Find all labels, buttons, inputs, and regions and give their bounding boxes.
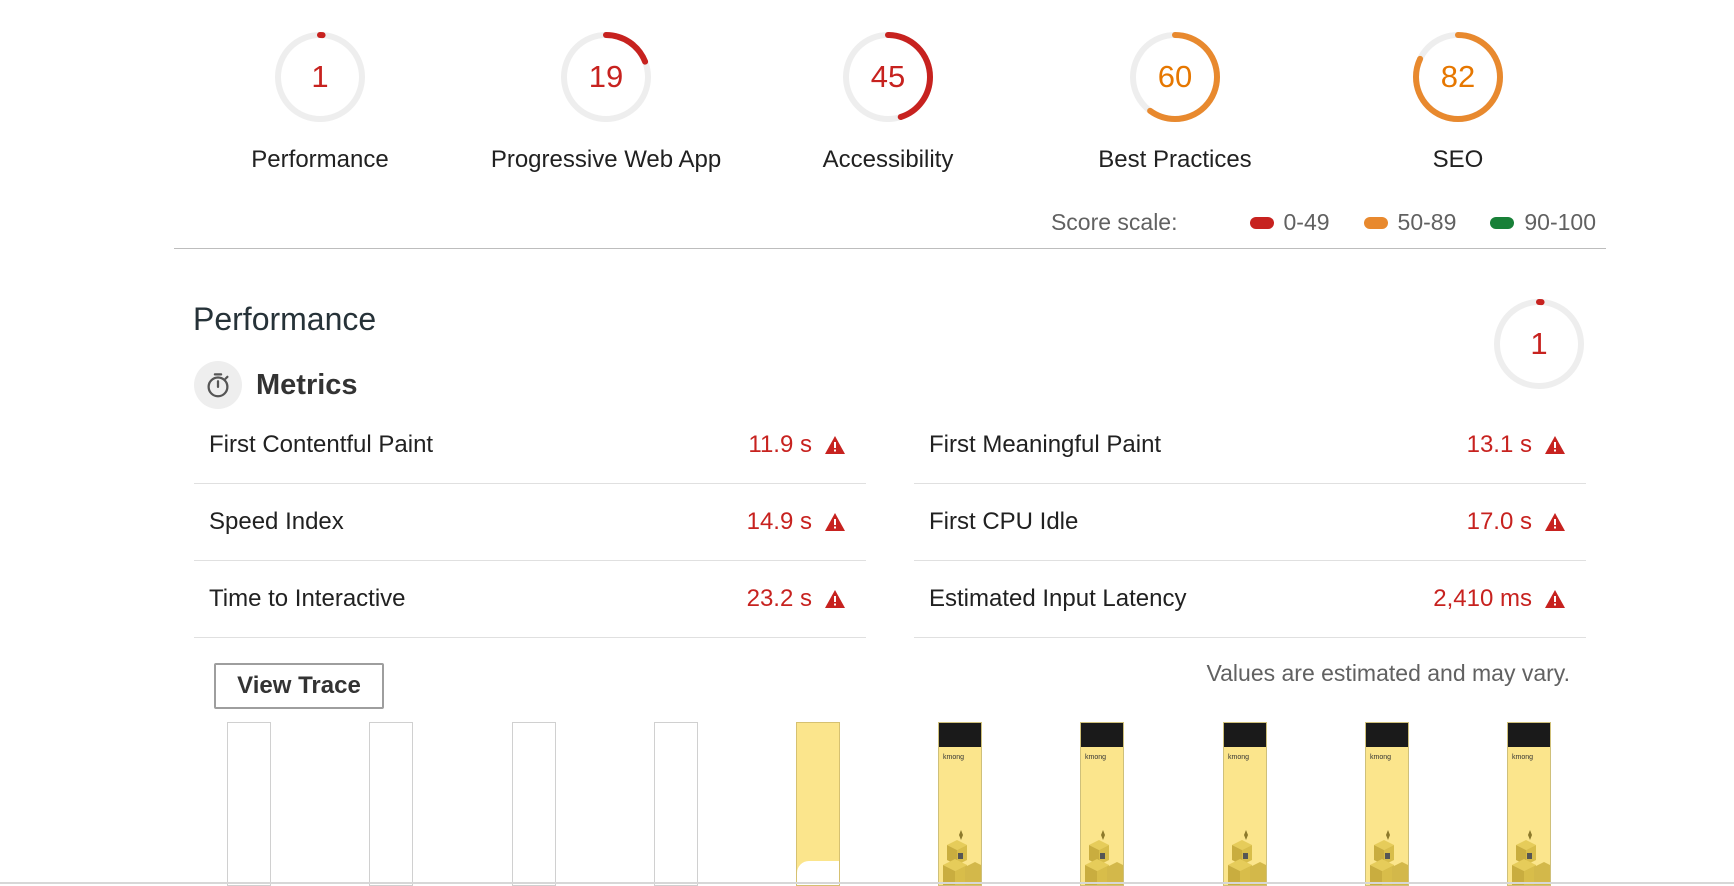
metric-value: 11.9 s [748,431,812,458]
metrics-column-right: First Meaningful Paint 13.1 s First CPU Id… [914,407,1586,638]
filmstrip-frame: kmong [1507,722,1551,886]
filmstrip: kmong kmong kmong kmong kmong [0,722,1734,886]
metric-value-group: 23.2 s [747,585,846,613]
metric-row: First CPU Idle 17.0 s [914,484,1586,561]
gauge-label: Best Practices [1098,146,1252,173]
metric-name: Time to Interactive [209,585,406,612]
isometric-blocks-icon [1228,830,1266,885]
metric-value: 23.2 s [746,585,812,612]
gauge-progressive-web-app[interactable]: 19 Progressive Web App [451,30,761,174]
warning-triangle-icon [1545,436,1565,454]
section-title-performance: Performance [193,301,377,337]
warning-triangle-icon [825,436,845,454]
metric-row: First Meaningful Paint 13.1 s [914,407,1586,484]
stopwatch-icon [194,361,242,409]
gauge-label: Progressive Web App [490,146,722,173]
frame-brand-text: kmong [1085,754,1107,761]
gauge-score-value: 45 [870,59,906,94]
warning-triangle-icon [1545,590,1565,608]
view-trace-button[interactable]: View Trace [214,663,384,709]
frame-header-bar [1366,723,1408,747]
filmstrip-frame [654,722,698,886]
metrics-header: Metrics [194,361,358,409]
metric-row: Time to Interactive 23.2 s [194,561,866,638]
frame-header-bar [1508,723,1550,747]
score-scale-pass-label: 90-100 [1524,209,1596,235]
frame-header-bar [1081,723,1123,747]
pass-pill-icon [1490,216,1515,229]
filmstrip-frame: kmong [1080,722,1124,886]
gauge-label: Performance [251,146,389,173]
gauge-score-value: 19 [588,59,624,94]
metric-value: 13.1 s [1466,431,1532,458]
frame-brand-text: kmong [1512,754,1534,761]
filmstrip-frame [796,722,840,886]
score-scale-pass: 90-100 [1490,209,1596,236]
metric-name: First Contentful Paint [209,431,434,458]
gauge-score-value: 60 [1157,59,1193,94]
bottom-divider [0,882,1734,884]
warning-triangle-icon [825,590,845,608]
metric-row: Speed Index 14.9 s [194,484,866,561]
score-scale-legend: Score scale: 0-49 50-89 90-100 [1051,209,1596,236]
gauge-score-value: 82 [1440,59,1476,94]
warning-triangle-icon [1545,513,1565,531]
gauge-performance[interactable]: 1 Performance [165,30,475,174]
isometric-blocks-icon [943,830,981,885]
frame-header-bar [1224,723,1266,747]
metric-name: Speed Index [209,508,344,535]
average-pill-icon [1363,216,1388,229]
score-scale-fail-label: 0-49 [1283,209,1330,235]
metric-value-group: 2,410 ms [1433,585,1566,613]
performance-score-value: 1 [1530,326,1548,361]
metric-value: 14.9 s [746,508,812,535]
metric-row: Estimated Input Latency 2,410 ms [914,561,1586,638]
gauge-best-practices[interactable]: 60 Best Practices [1020,30,1330,174]
score-scale-average-label: 50-89 [1397,209,1457,235]
fail-pill-icon [1249,216,1274,229]
metric-value: 17.0 s [1466,508,1532,535]
lighthouse-report: 1 Performance 19 Progressive Web App 45 Acces… [0,0,1734,886]
filmstrip-frame [369,722,413,886]
metric-row: First Contentful Paint 11.9 s [194,407,866,484]
gauge-label: SEO [1432,146,1484,173]
filmstrip-frame: kmong [938,722,982,886]
gauge-seo[interactable]: 82 SEO [1303,30,1613,174]
metrics-title: Metrics [256,368,358,401]
performance-score-gauge: 1 [1492,297,1586,391]
estimate-note: Values are estimated and may vary. [1206,660,1571,686]
metric-value-group: 17.0 s [1467,508,1566,536]
metric-value: 2,410 ms [1433,585,1532,612]
metric-name: First CPU Idle [929,508,1079,535]
metric-name: Estimated Input Latency [929,585,1187,612]
score-scale-average: 50-89 [1363,209,1457,236]
filmstrip-frame: kmong [1365,722,1409,886]
warning-triangle-icon [825,513,845,531]
score-scale-fail: 0-49 [1249,209,1330,236]
metric-value-group: 14.9 s [747,508,846,536]
gauge-score-value: 1 [311,59,329,94]
filmstrip-frame: kmong [1223,722,1267,886]
frame-brand-text: kmong [943,754,965,761]
metric-value-group: 11.9 s [748,431,846,459]
isometric-blocks-icon [1512,830,1550,885]
gauge-label: Accessibility [822,146,954,173]
frame-brand-text: kmong [1370,754,1392,761]
frame-brand-text: kmong [1228,754,1250,761]
filmstrip-frame [227,722,271,886]
metric-value-group: 13.1 s [1467,431,1566,459]
filmstrip-frame [512,722,556,886]
metric-name: First Meaningful Paint [929,431,1162,458]
gauge-accessibility[interactable]: 45 Accessibility [733,30,1043,174]
score-scale-title: Score scale: [1050,209,1178,235]
metrics-column-left: First Contentful Paint 11.9 s Speed Index 1… [194,407,866,638]
frame-header-bar [939,723,981,747]
divider [174,248,1606,249]
isometric-blocks-icon [1370,830,1408,885]
isometric-blocks-icon [1085,830,1123,885]
